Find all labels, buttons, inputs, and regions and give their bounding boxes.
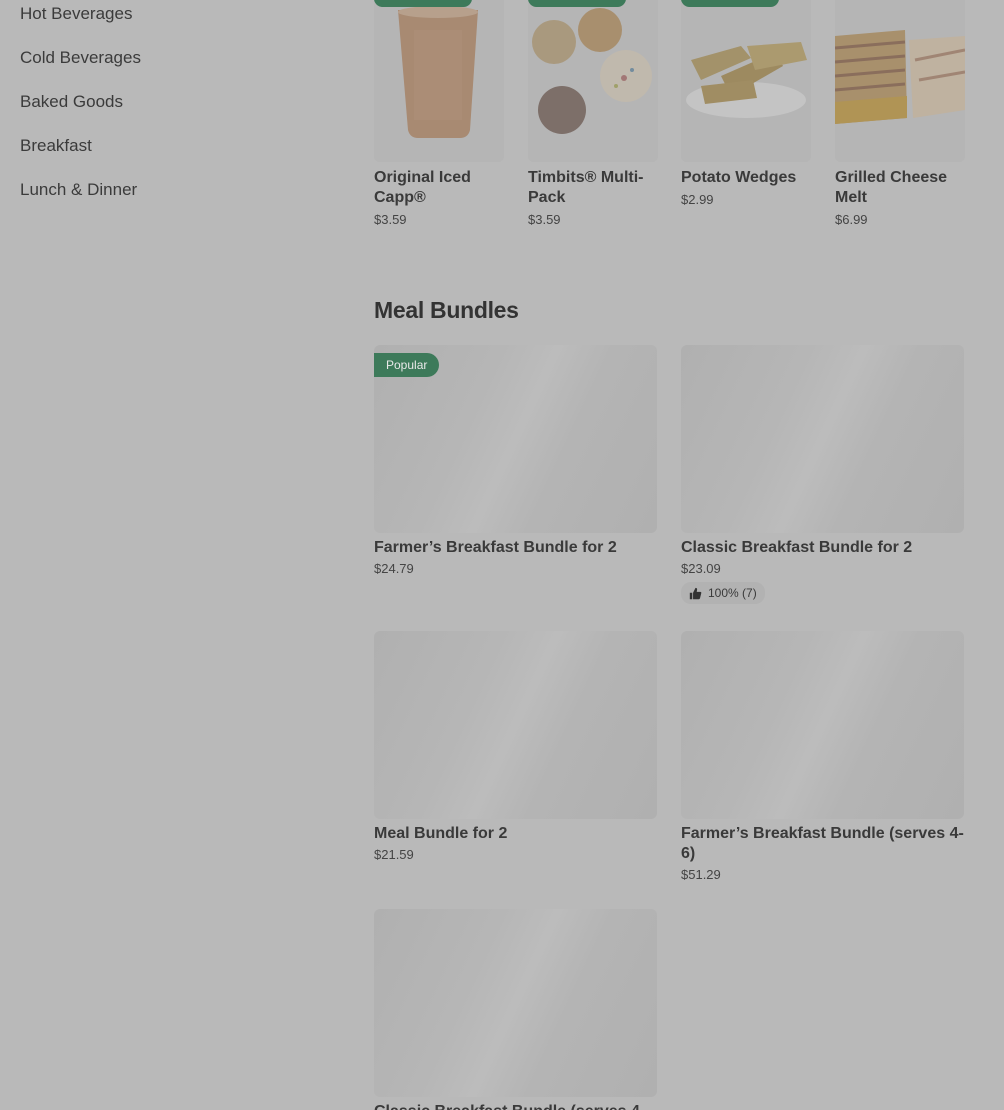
bundle-name: Classic Breakfast Bundle (serves 4-6): [374, 1102, 657, 1110]
sidebar-item-cold-beverages[interactable]: Cold Beverages: [20, 44, 320, 88]
bundle-name: Farmer’s Breakfast Bundle for 2: [374, 539, 617, 556]
sidebar-item-baked-goods[interactable]: Baked Goods: [20, 88, 320, 132]
sidebar-item-hot-beverages[interactable]: Hot Beverages: [20, 0, 320, 44]
item-card-iced-capp[interactable]: Original Iced Capp® $3.59: [374, 0, 504, 227]
item-name: Timbits® Multi-Pack: [528, 169, 644, 206]
thumbs-up-icon: [689, 587, 702, 599]
popular-badge: Popular: [374, 353, 440, 377]
item-card-timbits[interactable]: Timbits® Multi-Pack $3.59: [528, 0, 658, 227]
rating-text: 100% (7): [708, 586, 757, 600]
bundle-image: [681, 345, 964, 533]
grilled-cheese-icon: [835, 0, 965, 162]
bundle-image: [374, 909, 657, 1097]
potato-wedges-icon: [681, 0, 811, 162]
featured-items-row: Original Iced Capp® $3.59 Timbits® Multi…: [374, 0, 965, 240]
item-card-grilled-cheese[interactable]: Grilled Cheese Melt $6.99: [835, 0, 965, 227]
bundle-image: [681, 631, 964, 819]
sidebar-item-breakfast[interactable]: Breakfast: [20, 132, 320, 176]
bundle-card-meal-2[interactable]: Meal Bundle for 2 $21.59: [374, 631, 657, 862]
item-tag: [681, 0, 779, 7]
rating-badge: 100% (7): [681, 582, 765, 604]
iced-capp-icon: [374, 0, 504, 162]
item-tag: [374, 0, 472, 7]
timbits-icon: [528, 0, 658, 162]
bundle-name: Farmer’s Breakfast Bundle (serves 4-6): [681, 825, 964, 862]
bundle-card-farmers-4-6[interactable]: Farmer’s Breakfast Bundle (serves 4-6) $…: [681, 631, 964, 882]
bundle-image: [374, 631, 657, 819]
bundle-card-farmers-2[interactable]: Popular Farmer’s Breakfast Bundle for 2 …: [374, 345, 657, 576]
section-title-meal-bundles: Meal Bundles: [374, 297, 519, 323]
potato-wedges-image: [681, 0, 811, 162]
bundle-price: $24.79: [374, 561, 414, 576]
item-card-potato-wedges[interactable]: Potato Wedges $2.99: [681, 0, 811, 207]
item-name: Original Iced Capp®: [374, 169, 471, 206]
bundle-price: $21.59: [374, 847, 414, 862]
bundle-price: $23.09: [681, 561, 721, 576]
bundle-card-classic-4-6[interactable]: Classic Breakfast Bundle (serves 4-6): [374, 909, 657, 1110]
bundle-image: Popular: [374, 345, 657, 533]
bundle-name: Classic Breakfast Bundle for 2: [681, 539, 913, 556]
iced-capp-image: [374, 0, 504, 162]
bundle-card-classic-2[interactable]: Classic Breakfast Bundle for 2 $23.09 10…: [681, 345, 964, 605]
category-sidebar: Hot Beverages Cold Beverages Baked Goods…: [20, 0, 320, 220]
item-price: $6.99: [835, 212, 868, 227]
bundle-price: $51.29: [681, 867, 721, 882]
timbits-image: [528, 0, 658, 162]
grilled-cheese-image: [835, 0, 965, 162]
item-name: Potato Wedges: [681, 169, 797, 186]
item-name: Grilled Cheese Melt: [835, 169, 948, 206]
bundle-name: Meal Bundle for 2: [374, 825, 508, 842]
item-price: $3.59: [528, 212, 561, 227]
sidebar-item-lunch-dinner[interactable]: Lunch & Dinner: [20, 176, 320, 220]
item-price: $3.59: [374, 212, 407, 227]
item-price: $2.99: [681, 192, 714, 207]
item-tag: [528, 0, 626, 7]
